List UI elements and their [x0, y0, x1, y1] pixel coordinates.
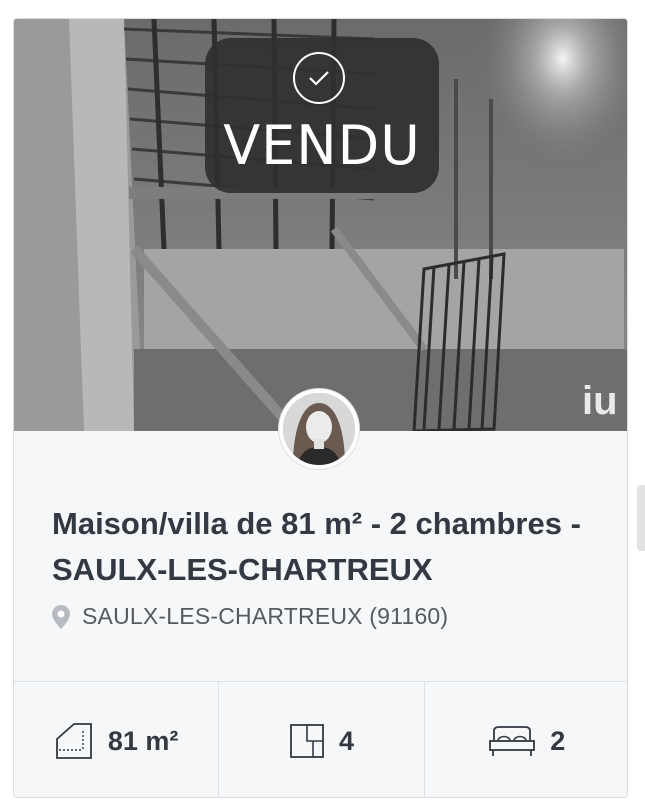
sold-label: VENDU	[223, 114, 421, 177]
bed-icon	[489, 726, 536, 756]
features-bar: 81 m² 4 2	[14, 681, 627, 797]
map-pin-icon	[52, 604, 70, 629]
property-photo[interactable]: iu VENDU	[14, 19, 627, 431]
listing-title[interactable]: Maison/villa de 81 m² - 2 chambres - SAU…	[52, 501, 612, 593]
agent-avatar[interactable]	[279, 389, 359, 469]
check-circle-icon	[293, 52, 345, 104]
location-label: SAULX-LES-CHARTREUX (91160)	[82, 603, 449, 629]
feature-rooms: 4	[219, 682, 425, 797]
svg-text:iu: iu	[582, 379, 618, 423]
bedrooms-value: 2	[550, 725, 566, 756]
listing-location: SAULX-LES-CHARTREUX (91160)	[52, 603, 448, 630]
surface-value: 81 m²	[107, 725, 179, 756]
listing-card[interactable]: iu VENDU Maison/villa de 81 m² - 2 chamb…	[13, 18, 628, 798]
surface-area-icon	[55, 723, 92, 759]
feature-surface: 81 m²	[14, 682, 220, 797]
sold-badge: VENDU	[205, 38, 439, 193]
rooms-value: 4	[338, 725, 354, 756]
floor-plan-icon	[290, 724, 324, 758]
feature-bedrooms: 2	[425, 682, 627, 797]
side-scroll-handle[interactable]	[637, 485, 645, 551]
